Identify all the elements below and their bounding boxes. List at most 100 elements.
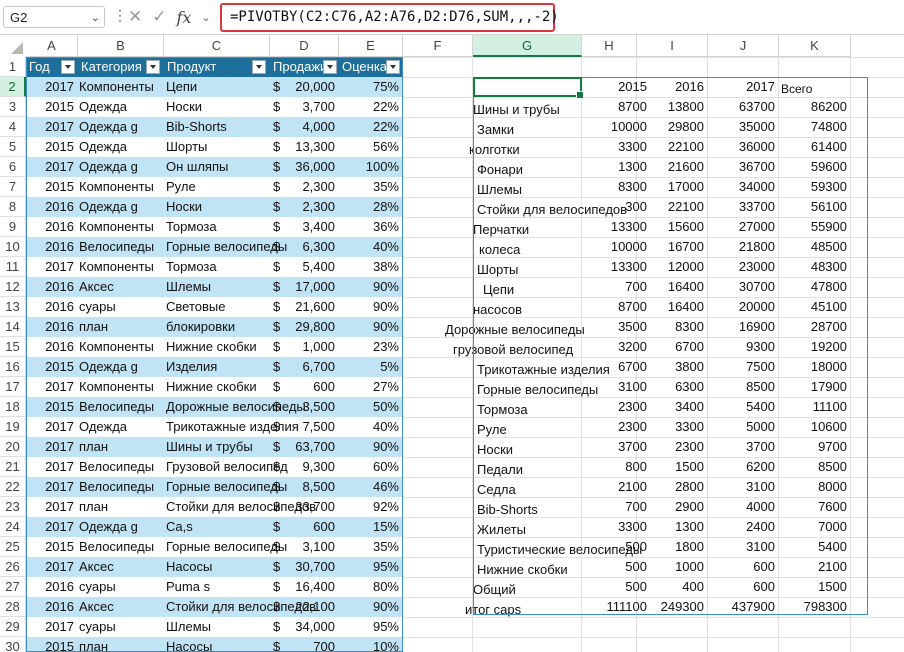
table-cell[interactable]: 5,400 bbox=[278, 257, 339, 277]
pivot-year-header[interactable]: 2017 bbox=[708, 77, 775, 97]
filter-dropdown-icon[interactable] bbox=[146, 60, 160, 74]
pivot-value-cell[interactable]: 400 bbox=[637, 577, 704, 597]
table-row[interactable]: 2015 Компоненты Руле $2,300 35% bbox=[26, 177, 403, 197]
column-header-a[interactable]: A bbox=[26, 35, 78, 57]
table-cell[interactable]: Горные велосипеды bbox=[164, 477, 287, 497]
table-cell[interactable]: 2016 bbox=[26, 297, 78, 317]
table-cell[interactable]: Puma s bbox=[164, 577, 270, 597]
column-header-k[interactable]: K bbox=[779, 35, 851, 57]
table-cell[interactable]: 90% bbox=[339, 297, 403, 317]
pivot-value-cell[interactable]: 2900 bbox=[637, 497, 704, 517]
table-cell[interactable]: Велосипеды bbox=[78, 477, 164, 497]
pivot-total-cell[interactable]: 28700 bbox=[779, 317, 847, 337]
table-cell[interactable]: суары bbox=[78, 297, 164, 317]
table-cell[interactable]: 2017 bbox=[26, 257, 78, 277]
table-cell[interactable]: 2015 bbox=[26, 137, 78, 157]
table-cell[interactable]: 34,000 bbox=[278, 617, 339, 637]
pivot-total-cell[interactable]: 59300 bbox=[779, 177, 847, 197]
pivot-total-header[interactable]: Всего bbox=[781, 79, 851, 99]
table-cell[interactable]: Шины и трубы bbox=[164, 437, 270, 457]
table-row[interactable]: 2016 Велосипеды Горные велосипеды $6,300 40% bbox=[26, 237, 403, 257]
pivot-value-cell[interactable]: 1300 bbox=[637, 517, 704, 537]
table-row[interactable]: 2016 суары Puma s $16,400 80% bbox=[26, 577, 403, 597]
table-cell[interactable]: 2016 bbox=[26, 277, 78, 297]
table-cell[interactable]: 1,000 bbox=[278, 337, 339, 357]
table-cell[interactable]: Нижние скобки bbox=[164, 377, 270, 397]
table-cell[interactable]: 600 bbox=[278, 517, 339, 537]
pivot-total-cell[interactable]: 45100 bbox=[779, 297, 847, 317]
table-cell[interactable]: Шлемы bbox=[164, 617, 270, 637]
table-row[interactable]: 2017 Велосипеды Горные велосипеды $8,500 46% bbox=[26, 477, 403, 497]
table-cell[interactable]: Он шляпы bbox=[164, 157, 270, 177]
table-cell[interactable]: Одежда g bbox=[78, 117, 164, 137]
row-header-18[interactable]: 18 bbox=[0, 397, 26, 417]
cancel-icon[interactable]: ✕ bbox=[128, 7, 142, 27]
table-cell[interactable]: Одежда bbox=[78, 137, 164, 157]
table-row[interactable]: 2017 Велосипеды Грузовой велосипед $9,300 60… bbox=[26, 457, 403, 477]
table-cell[interactable]: блокировки bbox=[164, 317, 270, 337]
pivot-value-cell[interactable]: 4000 bbox=[708, 497, 775, 517]
table-cell[interactable]: 2015 bbox=[26, 97, 78, 117]
pivot-total-cell[interactable]: 2100 bbox=[779, 557, 847, 577]
table-row[interactable]: 2015 Одежда g Изделия $6,700 5% bbox=[26, 357, 403, 377]
table-cell[interactable]: Тормоза bbox=[164, 257, 270, 277]
pivot-value-cell[interactable]: 12000 bbox=[637, 257, 704, 277]
pivot-value-cell[interactable]: 600 bbox=[708, 577, 775, 597]
table-cell[interactable]: 2017 bbox=[26, 157, 78, 177]
column-header-e[interactable]: E bbox=[339, 35, 403, 57]
pivot-total-cell[interactable]: 56100 bbox=[779, 197, 847, 217]
pivot-year-header[interactable]: 2016 bbox=[637, 77, 704, 97]
table-cell[interactable]: Изделия bbox=[164, 357, 270, 377]
pivot-value-cell[interactable]: 2300 bbox=[637, 437, 704, 457]
table-cell[interactable]: 700 bbox=[278, 637, 339, 652]
pivot-value-cell[interactable]: 21800 bbox=[708, 237, 775, 257]
pivot-value-cell[interactable]: 1000 bbox=[637, 557, 704, 577]
pivot-value-cell[interactable]: 36000 bbox=[708, 137, 775, 157]
row-header-29[interactable]: 29 bbox=[0, 617, 26, 637]
table-row[interactable]: 2015 Велосипеды Горные велосипеды $3,100 35% bbox=[26, 537, 403, 557]
pivot-total-cell[interactable]: 86200 bbox=[779, 97, 847, 117]
column-header-i[interactable]: I bbox=[637, 35, 708, 57]
pivot-value-cell[interactable]: 6200 bbox=[708, 457, 775, 477]
row-header-25[interactable]: 25 bbox=[0, 537, 26, 557]
select-all-corner[interactable] bbox=[0, 35, 27, 58]
pivot-value-cell[interactable]: 33700 bbox=[708, 197, 775, 217]
table-cell[interactable]: Bib-Shorts bbox=[164, 117, 270, 137]
row-header-3[interactable]: 3 bbox=[0, 97, 26, 117]
row-header-19[interactable]: 19 bbox=[0, 417, 26, 437]
table-cell[interactable]: 2017 bbox=[26, 617, 78, 637]
pivot-value-cell[interactable]: 3100 bbox=[708, 477, 775, 497]
table-cell[interactable]: 4,000 bbox=[278, 117, 339, 137]
table-cell[interactable]: 22% bbox=[339, 117, 403, 137]
table-cell[interactable]: 56% bbox=[339, 137, 403, 157]
table-cell[interactable]: 63,700 bbox=[278, 437, 339, 457]
table-cell[interactable]: план bbox=[78, 437, 164, 457]
table-cell[interactable]: 2016 bbox=[26, 237, 78, 257]
table-cell[interactable]: Стойки для велосипедов bbox=[164, 597, 316, 617]
expand-formula-icon[interactable]: ⌄ bbox=[201, 11, 210, 24]
table-cell[interactable]: Насосы bbox=[164, 637, 270, 652]
enter-icon[interactable]: ✓ bbox=[152, 7, 166, 27]
pivot-total-cell[interactable]: 18000 bbox=[779, 357, 847, 377]
table-row[interactable]: 2016 Компоненты Тормоза $3,400 36% bbox=[26, 217, 403, 237]
table-cell[interactable]: 2015 bbox=[26, 357, 78, 377]
table-cell[interactable]: Аксес bbox=[78, 557, 164, 577]
table-cell[interactable]: 6,700 bbox=[278, 357, 339, 377]
table-cell[interactable]: 2017 bbox=[26, 117, 78, 137]
row-header-16[interactable]: 16 bbox=[0, 357, 26, 377]
table-row[interactable]: 2016 Аксес Стойки для велосипедов $22,100 90… bbox=[26, 597, 403, 617]
table-cell[interactable]: 36,000 bbox=[278, 157, 339, 177]
table-cell[interactable]: Цепи bbox=[164, 77, 270, 97]
table-row[interactable]: 2016 Компоненты Нижние скобки $1,000 23% bbox=[26, 337, 403, 357]
table-cell[interactable]: Руле bbox=[164, 177, 270, 197]
table-cell[interactable]: 30,700 bbox=[278, 557, 339, 577]
table-cell[interactable]: 28% bbox=[339, 197, 403, 217]
table-cell[interactable]: 35% bbox=[339, 177, 403, 197]
table-cell[interactable]: Грузовой велосипед bbox=[164, 457, 288, 477]
table-cell[interactable]: 22% bbox=[339, 97, 403, 117]
table-cell[interactable]: 8,500 bbox=[278, 477, 339, 497]
table-row[interactable]: 2017 Одежда g Ca,s $600 15% bbox=[26, 517, 403, 537]
pivot-value-cell[interactable]: 2400 bbox=[708, 517, 775, 537]
pivot-value-cell[interactable]: 13800 bbox=[637, 97, 704, 117]
row-header-11[interactable]: 11 bbox=[0, 257, 26, 277]
